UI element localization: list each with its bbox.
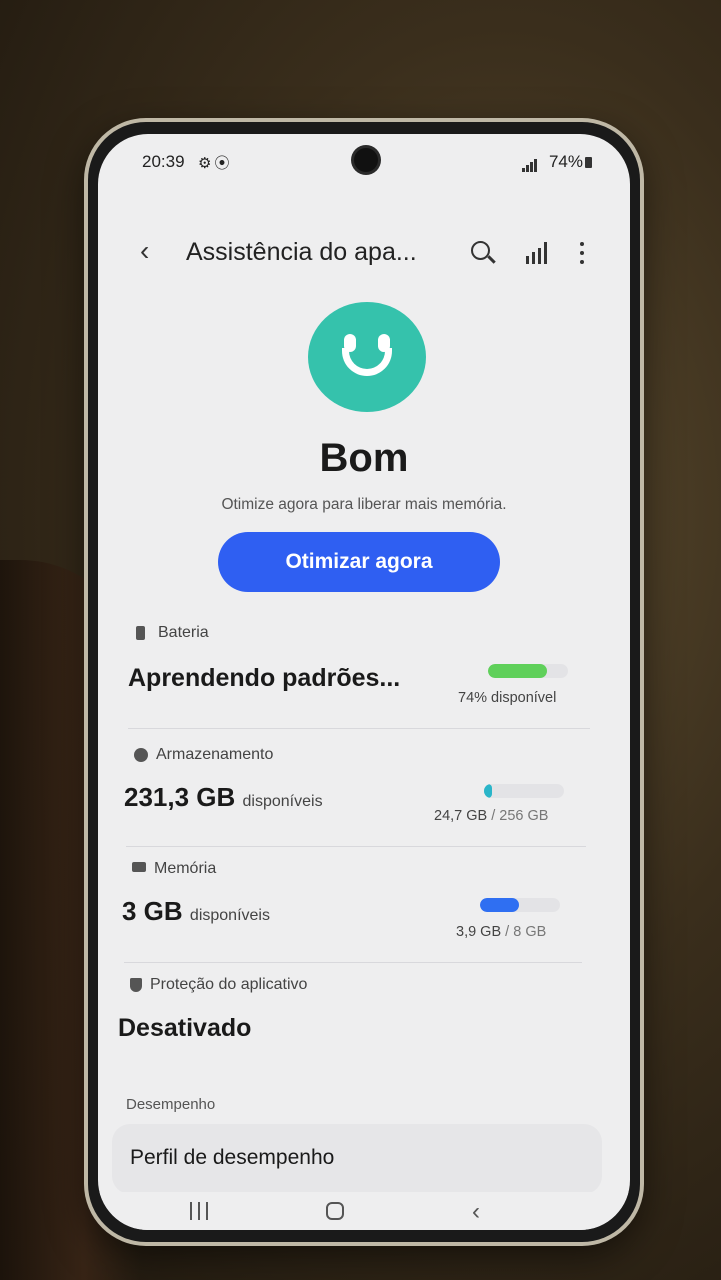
status-bar: 20:39 ⚙⦿ 74% bbox=[98, 152, 630, 178]
storage-total: 256 GB bbox=[499, 808, 549, 824]
storage-detail: 24,7 GB / 256 GB bbox=[434, 808, 548, 824]
memory-value: 3 GB disponíveis bbox=[122, 896, 270, 927]
storage-amount: 231,3 GB bbox=[124, 782, 236, 812]
storage-label: Armazenamento bbox=[156, 746, 274, 763]
divider bbox=[128, 728, 590, 729]
phone-frame: 20:39 ⚙⦿ 74% ‹ Assistência do apa... Bom… bbox=[88, 122, 640, 1242]
gear-icon: ⚙ bbox=[198, 155, 215, 172]
page-title: Assistência do apa... bbox=[186, 238, 417, 266]
battery-bar-fill bbox=[488, 664, 548, 678]
memory-amount: 3 GB bbox=[122, 896, 183, 926]
storage-icon bbox=[134, 748, 148, 762]
storage-separator: / bbox=[491, 808, 496, 824]
status-time: 20:39 bbox=[142, 152, 185, 171]
status-icons: ⚙⦿ bbox=[198, 152, 232, 173]
more-icon[interactable] bbox=[568, 238, 598, 268]
memory-icon bbox=[132, 862, 146, 872]
battery-percent: 74% bbox=[548, 152, 583, 171]
search-icon[interactable] bbox=[468, 238, 498, 268]
storage-unit: disponíveis bbox=[242, 793, 323, 810]
health-status: Bom bbox=[319, 436, 409, 480]
navigation-bar: ‹ bbox=[98, 1192, 630, 1230]
app-bar: ‹ Assistência do apa... bbox=[98, 234, 630, 274]
signal-icon bbox=[522, 152, 538, 172]
smiley-face-icon bbox=[308, 302, 426, 412]
storage-value: 231,3 GB disponíveis bbox=[124, 782, 323, 813]
shield-icon bbox=[130, 978, 142, 992]
back-icon[interactable]: ‹ bbox=[140, 236, 149, 266]
health-message: Otimize agora para liberar mais memória. bbox=[221, 496, 507, 513]
battery-icon bbox=[585, 157, 592, 168]
memory-used: 3,9 GB bbox=[456, 924, 502, 940]
performance-group-label: Desempenho bbox=[126, 1096, 216, 1113]
performance-profile-label: Perfil de desempenho bbox=[130, 1146, 335, 1169]
memory-unit: disponíveis bbox=[189, 907, 270, 924]
memory-total: 8 GB bbox=[513, 924, 547, 940]
home-icon[interactable] bbox=[326, 1202, 344, 1220]
app-protection-status: Desativado bbox=[118, 1014, 252, 1042]
battery-bar bbox=[488, 664, 568, 678]
memory-bar-fill bbox=[480, 898, 520, 912]
nav-back-icon[interactable]: ‹ bbox=[472, 1198, 480, 1226]
battery-detail: 74% disponível bbox=[458, 690, 557, 706]
performance-profile-item[interactable]: Perfil de desempenho bbox=[112, 1124, 602, 1194]
recent-apps-icon[interactable] bbox=[190, 1202, 212, 1220]
battery-label: Bateria bbox=[158, 624, 209, 641]
storage-bar-fill bbox=[484, 784, 492, 798]
battery-icon bbox=[136, 626, 145, 640]
divider bbox=[124, 962, 582, 963]
optimize-button[interactable]: Otimizar agora bbox=[218, 532, 500, 592]
status-right: 74% bbox=[522, 152, 592, 172]
screen: 20:39 ⚙⦿ 74% ‹ Assistência do apa... Bom… bbox=[98, 134, 630, 1230]
battery-status: Aprendendo padrões... bbox=[128, 664, 401, 692]
memory-bar bbox=[480, 898, 560, 912]
location-icon: ⦿ bbox=[214, 155, 233, 172]
memory-detail: 3,9 GB / 8 GB bbox=[456, 924, 546, 940]
divider bbox=[126, 846, 586, 847]
app-protection-label: Proteção do aplicativo bbox=[150, 976, 308, 993]
stats-icon[interactable] bbox=[522, 238, 552, 268]
storage-used: 24,7 GB bbox=[434, 808, 488, 824]
storage-bar bbox=[484, 784, 564, 798]
memory-separator: / bbox=[505, 924, 510, 940]
memory-label: Memória bbox=[154, 860, 217, 877]
